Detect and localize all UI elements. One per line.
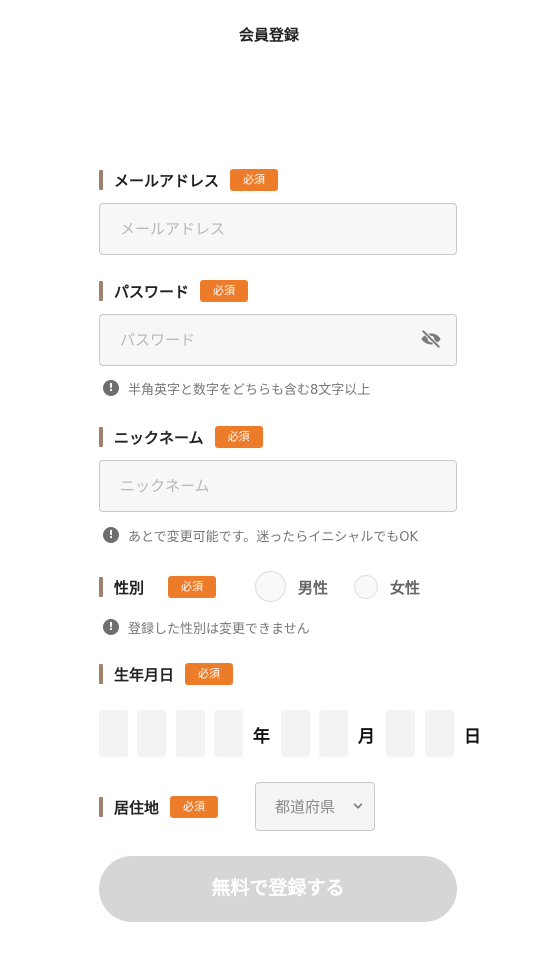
birth-day-digit-1[interactable] <box>386 710 415 757</box>
label-accent-bar <box>99 427 103 447</box>
password-label: パスワード <box>114 282 190 301</box>
birth-year-digit-1[interactable] <box>99 710 128 757</box>
residence-label: 居住地 <box>114 798 160 817</box>
required-badge: 必須 <box>230 169 279 191</box>
prefecture-select-value: 都道府県 <box>275 798 336 816</box>
label-accent-bar <box>99 170 103 190</box>
nickname-label-row: ニックネーム 必須 <box>99 425 263 449</box>
label-accent-bar <box>99 281 103 301</box>
exclamation-icon: ! <box>103 380 119 396</box>
label-accent-bar <box>99 577 103 597</box>
birth-day-digit-2[interactable] <box>425 710 454 757</box>
day-unit-label: 日 <box>464 727 481 747</box>
email-label: メールアドレス <box>114 171 220 190</box>
year-unit-label: 年 <box>253 727 270 747</box>
required-badge: 必須 <box>168 576 217 598</box>
register-submit-button[interactable]: 無料で登録する <box>99 856 457 922</box>
email-input[interactable] <box>99 203 457 255</box>
gender-female-label[interactable]: 女性 <box>390 577 420 598</box>
nickname-note-text: あとで変更可能です。迷ったらイニシャルでもOK <box>128 529 419 545</box>
gender-female-radio[interactable] <box>354 575 378 599</box>
birthdate-label: 生年月日 <box>114 665 175 684</box>
gender-male-label[interactable]: 男性 <box>298 577 328 598</box>
month-unit-label: 月 <box>358 727 375 747</box>
gender-label-row: 性別 必須 <box>99 575 217 599</box>
prefecture-select[interactable]: 都道府県 <box>255 782 375 831</box>
label-accent-bar <box>99 797 103 817</box>
password-note-text: 半角英字と数字をどちらも含む8文字以上 <box>128 382 371 398</box>
required-badge: 必須 <box>170 796 219 818</box>
birth-year-digit-2[interactable] <box>137 710 166 757</box>
password-input[interactable] <box>99 314 457 366</box>
nickname-note: ! あとで変更可能です。迷ったらイニシャルでもOK <box>103 526 419 545</box>
page-title: 会員登録 <box>238 26 299 44</box>
exclamation-icon: ! <box>103 527 119 543</box>
eye-slash-icon[interactable] <box>420 329 442 349</box>
nickname-input[interactable] <box>99 460 457 512</box>
gender-note-text: 登録した性別は変更できません <box>128 621 310 637</box>
password-label-row: パスワード 必須 <box>99 279 249 303</box>
residence-label-row: 居住地 必須 <box>99 795 219 819</box>
required-badge: 必須 <box>200 280 249 302</box>
exclamation-icon: ! <box>103 619 119 635</box>
gender-label: 性別 <box>114 578 145 597</box>
required-badge: 必須 <box>185 663 234 685</box>
chevron-down-icon <box>353 803 363 809</box>
nickname-label: ニックネーム <box>114 428 204 447</box>
birth-month-digit-1[interactable] <box>281 710 310 757</box>
birthdate-label-row: 生年月日 必須 <box>99 662 234 686</box>
birth-year-digit-4[interactable] <box>214 710 243 757</box>
gender-male-radio[interactable] <box>255 571 286 602</box>
birth-month-digit-2[interactable] <box>319 710 348 757</box>
email-label-row: メールアドレス 必須 <box>99 168 279 192</box>
birth-year-digit-3[interactable] <box>176 710 205 757</box>
gender-note: ! 登録した性別は変更できません <box>103 618 310 637</box>
label-accent-bar <box>99 664 103 684</box>
required-badge: 必須 <box>214 426 263 448</box>
password-note: ! 半角英字と数字をどちらも含む8文字以上 <box>103 379 371 398</box>
